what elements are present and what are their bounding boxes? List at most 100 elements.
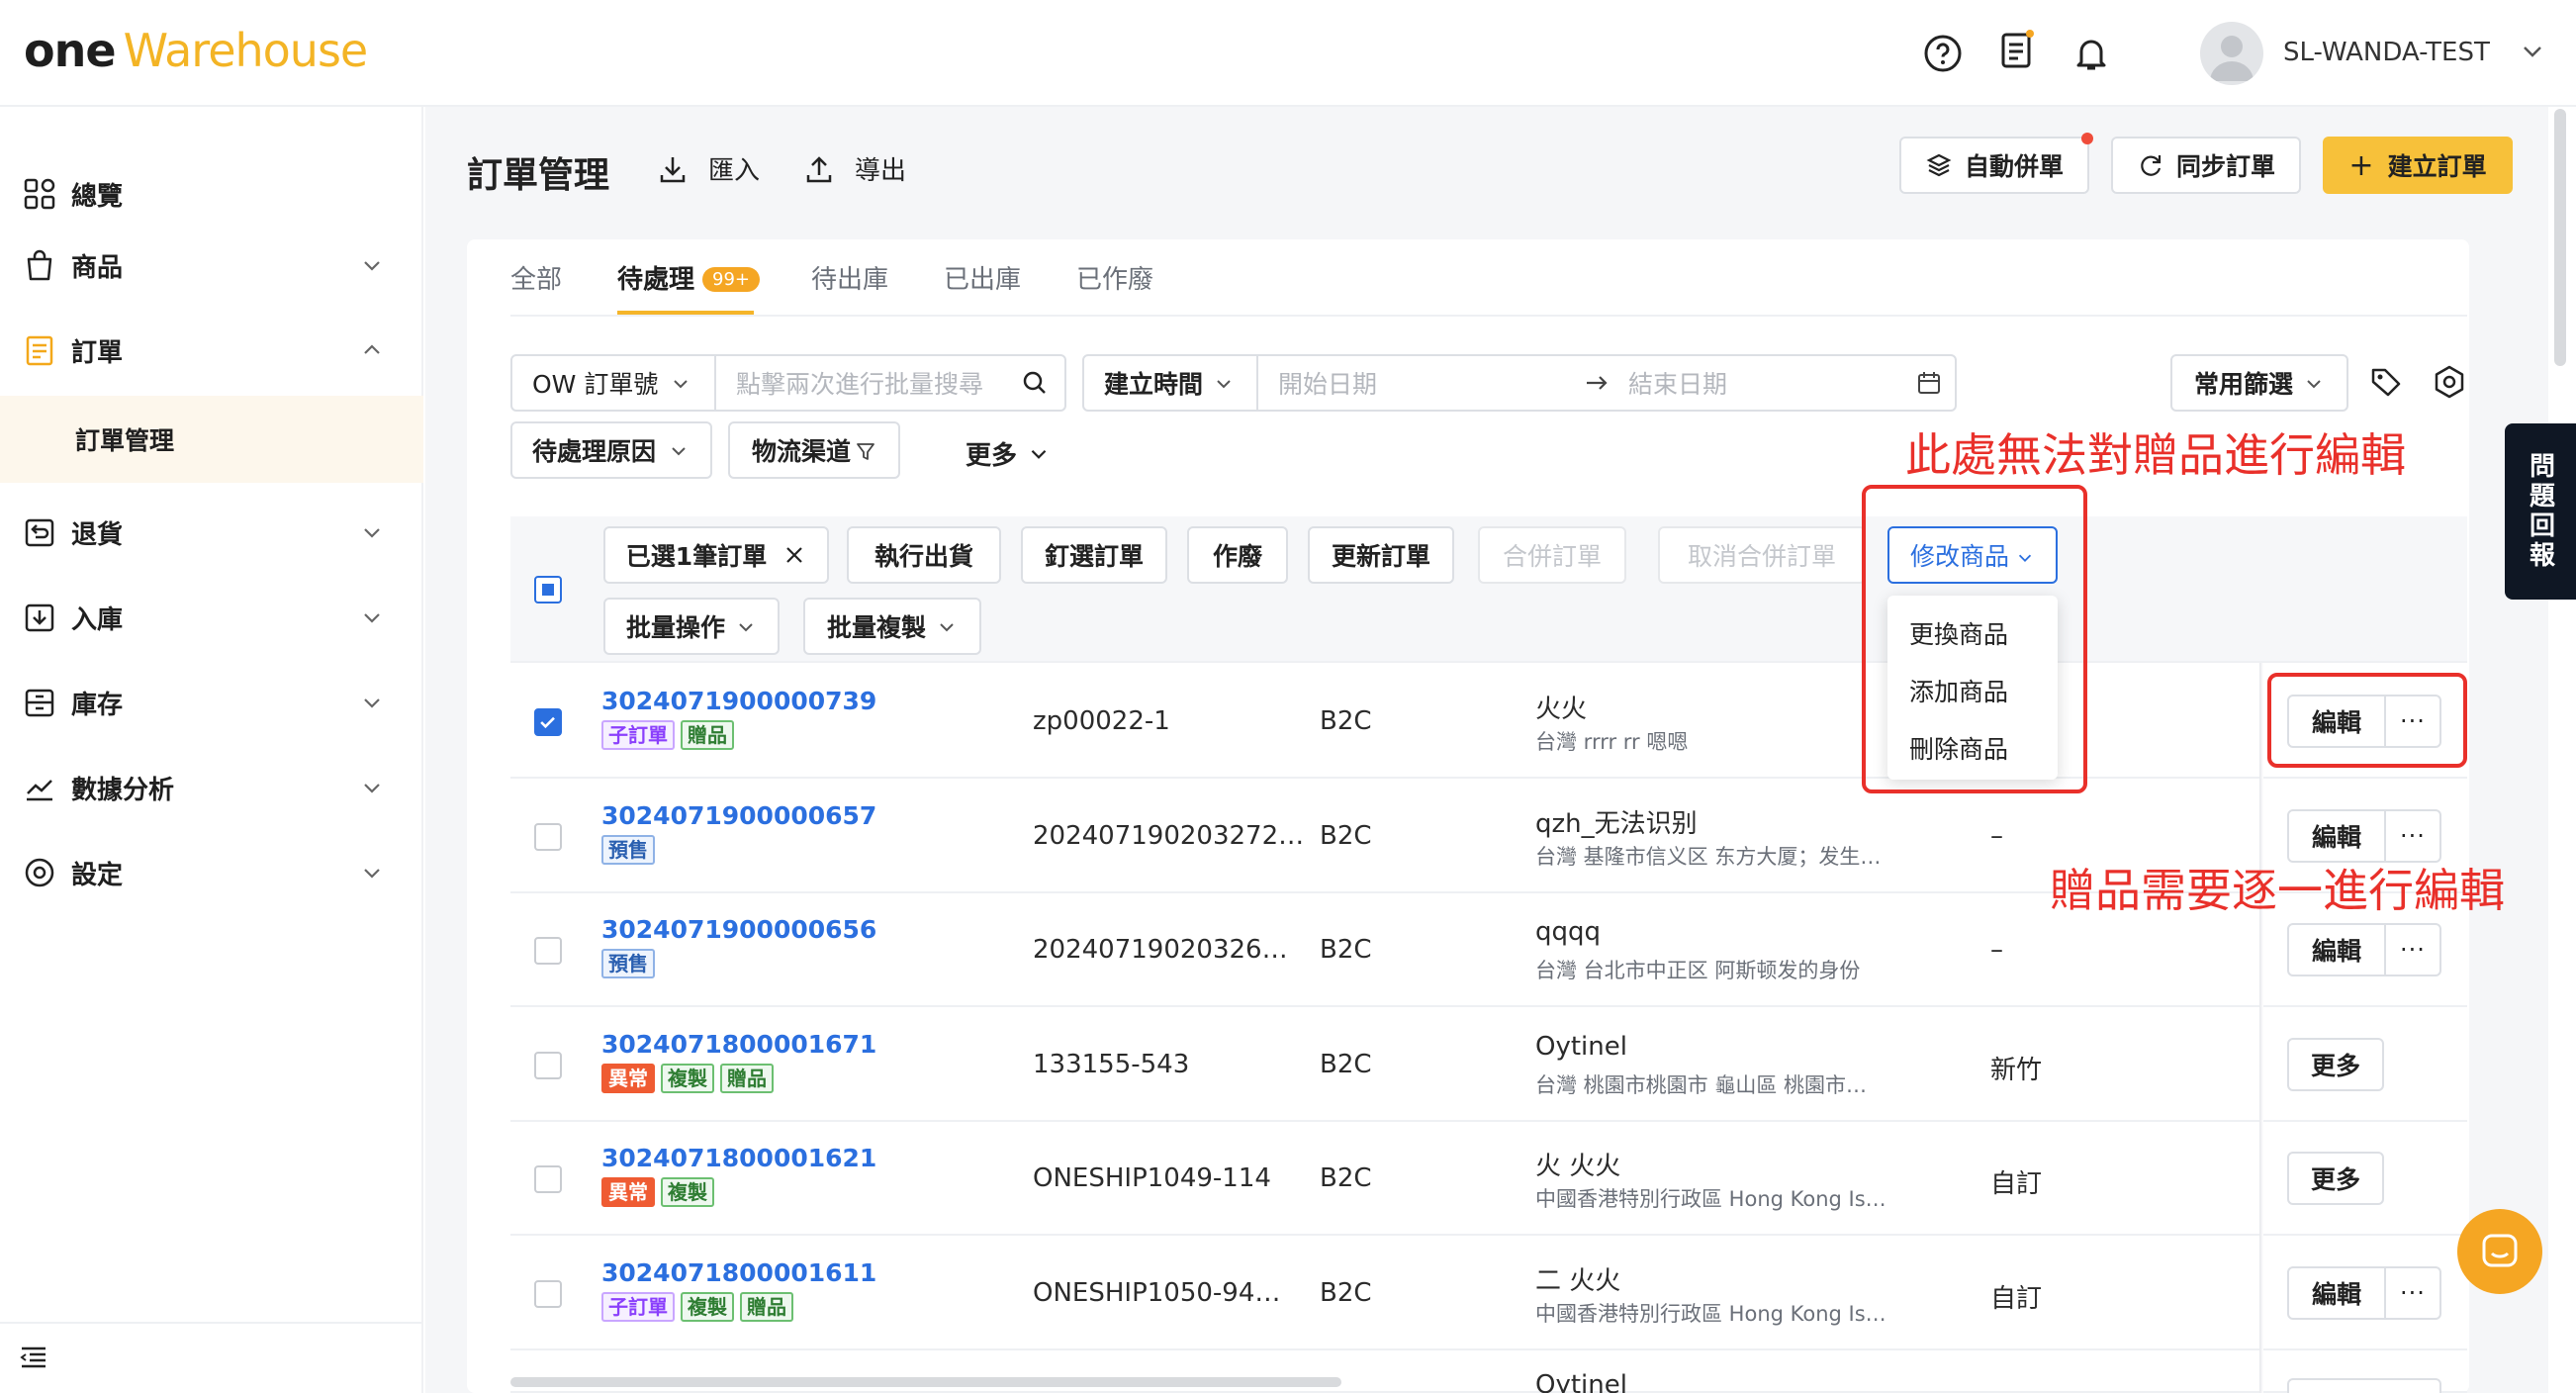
order-channel-type: B2C	[1320, 706, 1372, 736]
recipient-name: 火 火火	[1535, 1152, 1621, 1181]
row-checkbox[interactable]	[534, 708, 562, 736]
sidebar-item-label: 退貨	[71, 519, 124, 550]
sync-label: 同步訂單	[2175, 152, 2275, 181]
auto-merge-button[interactable]: 自動併單	[1899, 133, 2093, 194]
tab-awaiting-shipment[interactable]: 待出庫	[811, 259, 888, 296]
feedback-tab[interactable]: 問題回報	[2505, 423, 2576, 600]
order-type-select[interactable]: OW 訂單號	[512, 356, 716, 410]
chevron-down-icon	[1213, 372, 1235, 394]
username[interactable]: SL-WANDA-TEST	[2283, 38, 2490, 67]
annotation-box-modify-menu	[1862, 485, 2087, 793]
tag-icon[interactable]	[2368, 364, 2404, 400]
row-checkbox[interactable]	[534, 823, 562, 851]
avatar[interactable]	[2200, 22, 2263, 85]
row-checkbox[interactable]	[534, 1052, 562, 1079]
batch-copy-select[interactable]: 批量複製	[803, 598, 981, 655]
ship-button[interactable]: 執行出貨	[847, 526, 1001, 584]
end-date-input[interactable]: 結束日期	[1628, 365, 1905, 401]
order-tag: 複製	[661, 1064, 714, 1093]
chevron-down-icon	[358, 518, 386, 546]
export-button[interactable]: 導出	[803, 150, 906, 187]
common-filter-select[interactable]: 常用篩選	[2170, 354, 2348, 412]
bell-icon[interactable]	[2071, 34, 2111, 73]
order-id-link[interactable]: 3024071800001621	[601, 1144, 876, 1172]
unmerge-order-button[interactable]: 取消合併訂單	[1658, 526, 1866, 584]
vertical-scrollbar[interactable]	[2554, 109, 2566, 366]
search-icon[interactable]	[1021, 369, 1049, 397]
order-tag: 異常	[601, 1177, 655, 1207]
calendar-icon[interactable]	[1915, 369, 1943, 397]
recipient-address: 中國香港特別行政區 Hong Kong Is…	[1535, 1187, 1886, 1211]
chevron-down-icon[interactable]	[2519, 38, 2546, 65]
merge-order-button[interactable]: 合併訂單	[1478, 526, 1626, 584]
collapse-menu-icon[interactable]	[18, 1342, 49, 1373]
edit-label: 編輯	[2311, 823, 2361, 852]
more-label: 更多	[2310, 1165, 2360, 1194]
create-order-button[interactable]: + 建立訂單	[2323, 137, 2513, 194]
grid-icon	[22, 176, 57, 212]
edit-button[interactable]: 編輯	[2287, 923, 2386, 976]
time-type-select[interactable]: 建立時間	[1084, 356, 1258, 410]
horizontal-scrollbar[interactable]	[510, 1377, 1341, 1387]
edit-button[interactable]: 編輯	[2287, 1266, 2386, 1320]
sidebar-item-settings[interactable]: 設定	[0, 829, 423, 916]
order-id-link[interactable]: 3024071800001671	[601, 1030, 876, 1059]
sidebar-item-returns[interactable]: 退貨	[0, 489, 423, 576]
order-id-link[interactable]: 3024071900000739	[601, 687, 876, 715]
task-list-icon[interactable]	[1996, 30, 2036, 69]
chat-button[interactable]	[2457, 1209, 2542, 1294]
order-search-group: OW 訂單號 點擊兩次進行批量搜尋	[510, 354, 1066, 412]
close-icon[interactable]	[782, 543, 806, 567]
help-icon[interactable]	[1923, 34, 1963, 73]
logistics-filter[interactable]: 物流渠道	[728, 421, 900, 479]
annotation-note-2: 贈品需要逐一進行編輯	[2050, 864, 2505, 917]
row-more-button[interactable]: ···	[2384, 1266, 2441, 1320]
void-button[interactable]: 作廢	[1187, 526, 1288, 584]
row-checkbox[interactable]	[534, 1280, 562, 1308]
gear-icon[interactable]	[2432, 364, 2467, 400]
count-badge: 99+	[702, 267, 761, 292]
search-input[interactable]: 點擊兩次進行批量搜尋	[716, 365, 1064, 401]
order-id-link[interactable]: 3024071900000656	[601, 915, 876, 944]
order-channel-type: B2C	[1320, 1163, 1372, 1193]
tab-all[interactable]: 全部	[510, 259, 562, 296]
selected-count-chip[interactable]: 已選1筆訂單	[603, 526, 829, 584]
tab-label: 待出庫	[811, 265, 889, 295]
batch-operations-select[interactable]: 批量操作	[603, 598, 780, 655]
sticky-column-shadow	[2259, 663, 2263, 1393]
brand-logo[interactable]: one Warehouse	[24, 24, 368, 77]
import-button[interactable]: 匯入	[657, 150, 760, 187]
refresh-icon	[2137, 151, 2164, 179]
select-all-checkbox[interactable]	[534, 576, 562, 604]
row-more-button[interactable]: 更多	[2287, 1038, 2384, 1091]
sidebar-item-products[interactable]: 商品	[0, 222, 423, 309]
sidebar-item-order-management[interactable]: 訂單管理	[0, 396, 423, 483]
chevron-down-icon	[358, 774, 386, 801]
sidebar-item-inventory[interactable]: 庫存	[0, 659, 423, 746]
order-id-link[interactable]: 3024071800001611	[601, 1258, 876, 1287]
row-checkbox[interactable]	[534, 1165, 562, 1193]
more-filters-button[interactable]: 更多	[966, 435, 1051, 472]
ellipsis-icon: ···	[2400, 822, 2426, 850]
chevron-down-icon	[735, 615, 757, 637]
row-checkbox[interactable]	[534, 937, 562, 965]
sidebar-item-label: 商品	[71, 252, 124, 283]
pin-order-button[interactable]: 釘選訂單	[1021, 526, 1167, 584]
tab-voided[interactable]: 已作廢	[1076, 259, 1153, 296]
sidebar-item-inbound[interactable]: 入庫	[0, 574, 423, 661]
sidebar-item-orders[interactable]: 訂單	[0, 307, 423, 394]
update-order-button[interactable]: 更新訂單	[1308, 526, 1454, 584]
order-id-link[interactable]: 3024071900000657	[601, 801, 876, 830]
search-placeholder: 點擊兩次進行批量搜尋	[736, 370, 984, 399]
tab-pending[interactable]: 待處理 99+	[617, 259, 761, 296]
row-more-button[interactable]: ···	[2384, 923, 2441, 976]
start-date-input[interactable]: 開始日期	[1278, 365, 1575, 401]
edit-button[interactable]	[2287, 1378, 2441, 1393]
date-range-group: 建立時間 開始日期 結束日期	[1082, 354, 1957, 412]
sync-orders-button[interactable]: 同步訂單	[2111, 137, 2301, 194]
sidebar-item-analytics[interactable]: 數據分析	[0, 744, 423, 831]
pending-reason-select[interactable]: 待處理原因	[510, 421, 712, 479]
row-more-button[interactable]: 更多	[2287, 1152, 2384, 1205]
recipient-address: 台灣 rrrr rr 嗯嗯	[1535, 730, 1689, 754]
tab-shipped[interactable]: 已出庫	[944, 259, 1021, 296]
